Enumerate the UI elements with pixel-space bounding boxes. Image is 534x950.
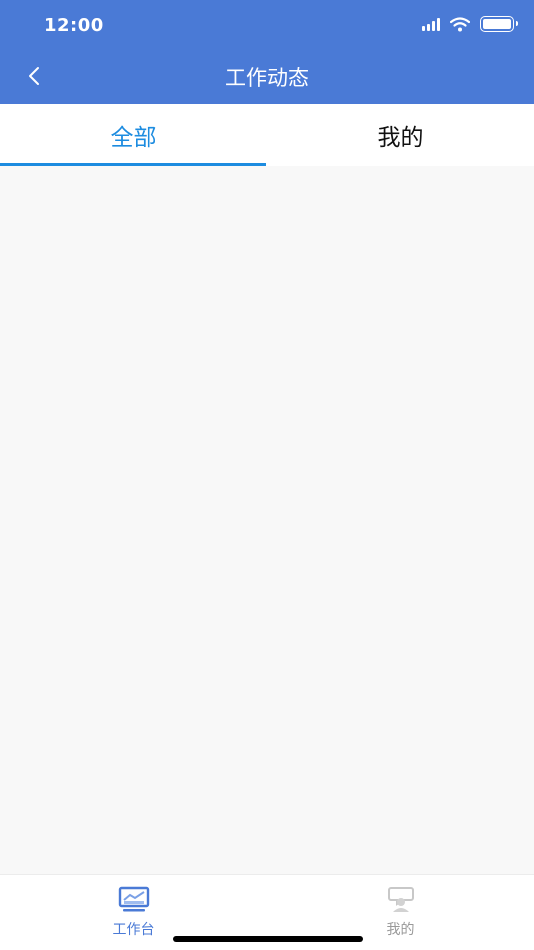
tab-mine-label: 我的 — [377, 125, 424, 151]
status-time: 12:00 — [44, 15, 104, 36]
tabbar-label-workbench: 工作台 — [112, 922, 155, 938]
battery-icon — [480, 16, 518, 32]
page-title: 工作动态 — [225, 66, 309, 90]
status-icons — [422, 16, 518, 32]
nav-bar: 工作动态 — [0, 50, 534, 104]
home-indicator — [173, 936, 363, 942]
tabbar-label-mine: 我的 — [386, 922, 415, 938]
user-chat-icon — [385, 885, 417, 913]
wifi-icon — [450, 16, 470, 31]
feed-content[interactable] — [0, 166, 534, 874]
status-bar: 12:00 — [0, 0, 534, 50]
tab-bar: 全部 我的 — [0, 104, 534, 166]
tab-all-label: 全部 — [110, 125, 157, 151]
monitor-chart-icon — [118, 885, 150, 913]
header: 12:00 工作动态 — [0, 0, 534, 104]
tab-mine[interactable]: 我的 — [267, 104, 534, 166]
tab-all[interactable]: 全部 — [0, 104, 267, 166]
signal-icon — [422, 17, 440, 31]
